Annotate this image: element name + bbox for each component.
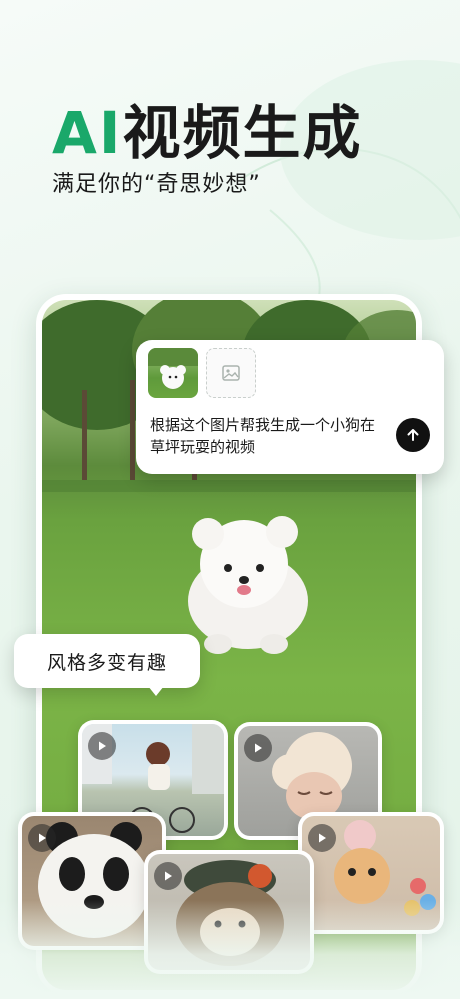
play-icon[interactable]: [244, 734, 272, 762]
page-subtitle: 满足你的“奇思妙想”: [52, 172, 261, 197]
white-dog: [188, 516, 308, 654]
play-icon[interactable]: [28, 824, 56, 852]
style-bubble-tail: [148, 686, 164, 696]
style-tag-bubble: 风格多变有趣: [14, 634, 200, 688]
prompt-text[interactable]: 根据这个图片帮我生成一个小狗在草坪玩耍的视频: [150, 414, 380, 458]
uploaded-image-thumbnail[interactable]: [148, 348, 198, 398]
bottom-fade: [0, 900, 460, 999]
title-ai: AI: [52, 99, 123, 167]
send-button[interactable]: [396, 418, 430, 452]
play-icon[interactable]: [308, 824, 336, 852]
add-image-button[interactable]: [206, 348, 256, 398]
image-placeholder-icon: [222, 365, 240, 381]
play-icon[interactable]: [88, 732, 116, 760]
play-icon[interactable]: [154, 862, 182, 890]
page-title: AI视频生成: [52, 86, 362, 170]
title-rest: 视频生成: [122, 99, 363, 167]
arrow-up-icon: [407, 429, 419, 441]
prompt-card: 根据这个图片帮我生成一个小狗在草坪玩耍的视频: [136, 340, 444, 474]
